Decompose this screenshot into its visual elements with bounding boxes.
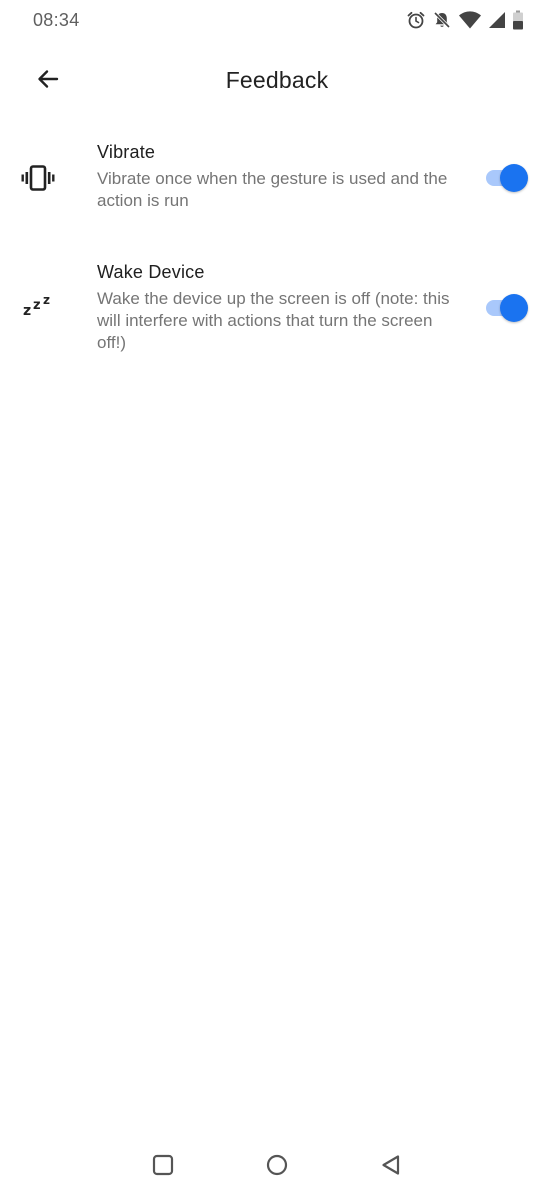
recents-button[interactable] [146, 1150, 180, 1184]
battery-icon [512, 10, 524, 30]
zzz-sleep-icon: z z z [23, 293, 50, 319]
recents-square-icon [151, 1153, 175, 1182]
status-bar: 08:34 [0, 0, 554, 42]
home-button[interactable] [260, 1150, 294, 1184]
page-title: Feedback [225, 67, 329, 93]
app-bar: Feedback [0, 56, 554, 106]
wake-device-toggle[interactable] [484, 293, 528, 323]
pref-vibrate[interactable]: Vibrate Vibrate once when the gesture is… [0, 140, 554, 230]
bell-off-icon [432, 10, 452, 30]
status-icons [406, 10, 524, 30]
system-nav-bar [0, 1136, 554, 1200]
pref-vibrate-summary: Vibrate once when the gesture is used an… [97, 169, 448, 210]
pref-vibrate-text: Vibrate Vibrate once when the gesture is… [97, 140, 457, 212]
wifi-icon [458, 10, 482, 30]
toggle-thumb [500, 164, 528, 192]
pref-wake-device-title: Wake Device [97, 262, 205, 282]
status-time: 08:34 [33, 10, 80, 30]
vibrate-toggle[interactable] [484, 163, 528, 193]
pref-wake-device-summary: Wake the device up the screen is off (no… [97, 289, 450, 352]
back-triangle-icon [379, 1153, 403, 1182]
pref-wake-device[interactable]: z z z Wake Device Wake the device up the… [0, 260, 554, 370]
nav-back-button[interactable] [374, 1150, 408, 1184]
feedback-screen: 08:34 Feedback Vibrate Vibrate once when… [0, 0, 554, 1200]
signal-icon [488, 11, 506, 29]
alarm-icon [406, 10, 426, 30]
vibrate-icon [18, 164, 58, 192]
toggle-thumb [500, 294, 528, 322]
home-circle-icon [265, 1153, 289, 1182]
pref-vibrate-title: Vibrate [97, 142, 156, 162]
pref-wake-device-text: Wake Device Wake the device up the scree… [97, 260, 457, 354]
